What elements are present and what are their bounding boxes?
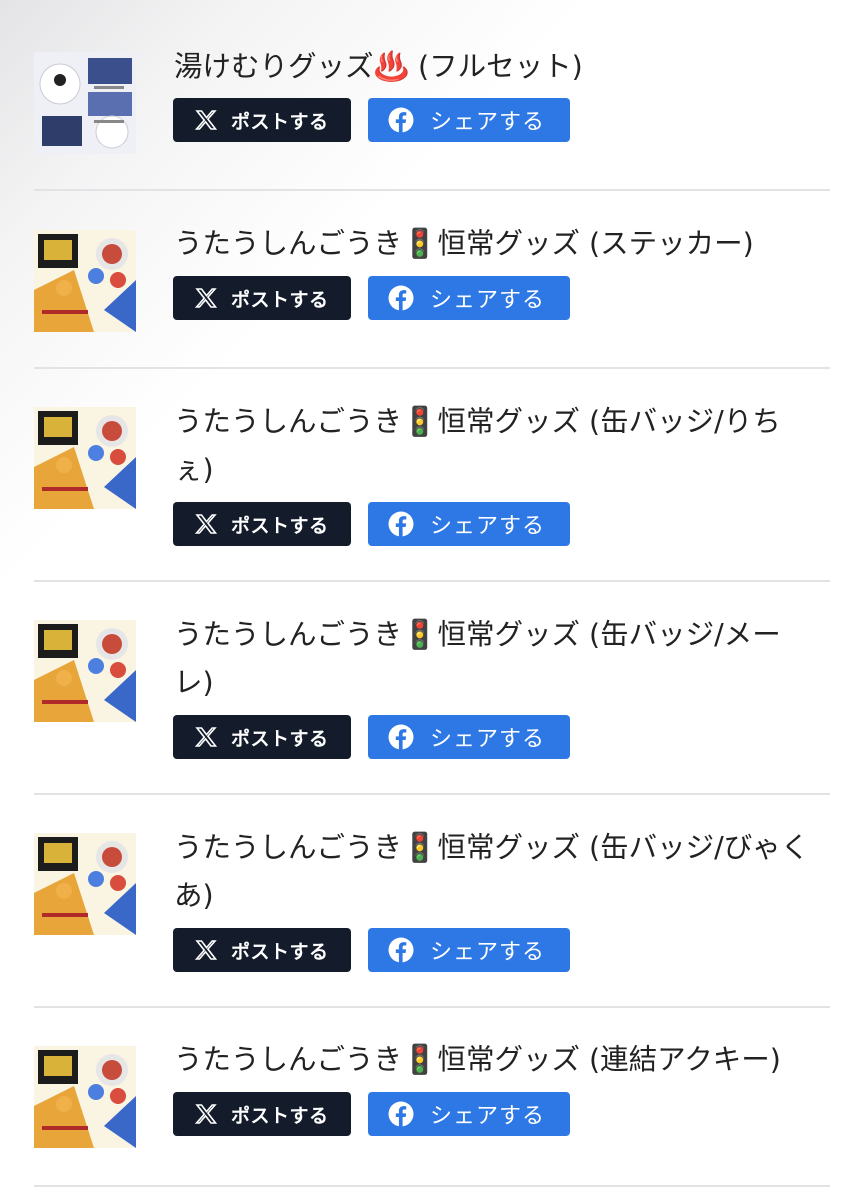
x-logo-icon — [193, 937, 219, 963]
x-logo-icon — [193, 285, 219, 311]
x-logo-icon — [193, 724, 219, 750]
x-post-label: ポストする — [231, 514, 329, 537]
facebook-share-label: シェアする — [430, 1104, 546, 1129]
item-title: うたうしんごうき🚦恒常グッズ (ステッカー) — [174, 227, 754, 260]
facebook-logo-icon — [388, 724, 414, 750]
facebook-share-button[interactable]: シェアする — [368, 1092, 570, 1136]
facebook-share-button[interactable]: シェアする — [368, 502, 570, 546]
page-background — [0, 0, 863, 1200]
facebook-share-button[interactable]: シェアする — [368, 276, 570, 320]
divider — [34, 367, 830, 369]
x-post-label: ポストする — [231, 727, 329, 750]
item-title: うたうしんごうき🚦恒常グッズ (缶バッジ/びゃくあ) — [174, 831, 810, 912]
facebook-logo-icon — [388, 937, 414, 963]
item-title: うたうしんごうき🚦恒常グッズ (缶バッジ/りちぇ) — [174, 405, 781, 486]
x-post-button[interactable]: ポストする — [173, 1092, 351, 1136]
facebook-share-label: シェアする — [430, 110, 546, 135]
divider — [34, 580, 830, 582]
divider — [34, 1006, 830, 1008]
item-title: 湯けむりグッズ♨️ (フルセット) — [174, 50, 583, 83]
facebook-share-label: シェアする — [430, 514, 546, 539]
x-post-button[interactable]: ポストする — [173, 276, 351, 320]
facebook-logo-icon — [388, 107, 414, 133]
x-post-label: ポストする — [231, 1104, 329, 1127]
item-title: うたうしんごうき🚦恒常グッズ (連結アクキー) — [174, 1043, 781, 1076]
facebook-share-button[interactable]: シェアする — [368, 98, 570, 142]
x-post-button[interactable]: ポストする — [173, 928, 351, 972]
x-logo-icon — [193, 511, 219, 537]
x-logo-icon — [193, 1101, 219, 1127]
x-post-button[interactable]: ポストする — [173, 502, 351, 546]
facebook-share-button[interactable]: シェアする — [368, 928, 570, 972]
facebook-logo-icon — [388, 1101, 414, 1127]
x-post-button[interactable]: ポストする — [173, 98, 351, 142]
divider — [34, 189, 830, 191]
facebook-share-button[interactable]: シェアする — [368, 715, 570, 759]
x-post-label: ポストする — [231, 288, 329, 311]
goods-thumbnail[interactable] — [34, 833, 136, 935]
x-post-button[interactable]: ポストする — [173, 715, 351, 759]
x-logo-icon — [193, 107, 219, 133]
goods-thumbnail[interactable] — [34, 407, 136, 509]
facebook-logo-icon — [388, 511, 414, 537]
divider — [34, 1185, 830, 1187]
goods-thumbnail[interactable] — [34, 620, 136, 722]
facebook-share-label: シェアする — [430, 288, 546, 313]
goods-thumbnail[interactable] — [34, 1046, 136, 1148]
x-post-label: ポストする — [231, 110, 329, 133]
item-title: うたうしんごうき🚦恒常グッズ (缶バッジ/メーレ) — [174, 618, 781, 699]
x-post-label: ポストする — [231, 940, 329, 963]
facebook-logo-icon — [388, 285, 414, 311]
goods-thumbnail[interactable] — [34, 52, 136, 154]
divider — [34, 793, 830, 795]
goods-thumbnail[interactable] — [34, 230, 136, 332]
facebook-share-label: シェアする — [430, 727, 546, 752]
facebook-share-label: シェアする — [430, 940, 546, 965]
